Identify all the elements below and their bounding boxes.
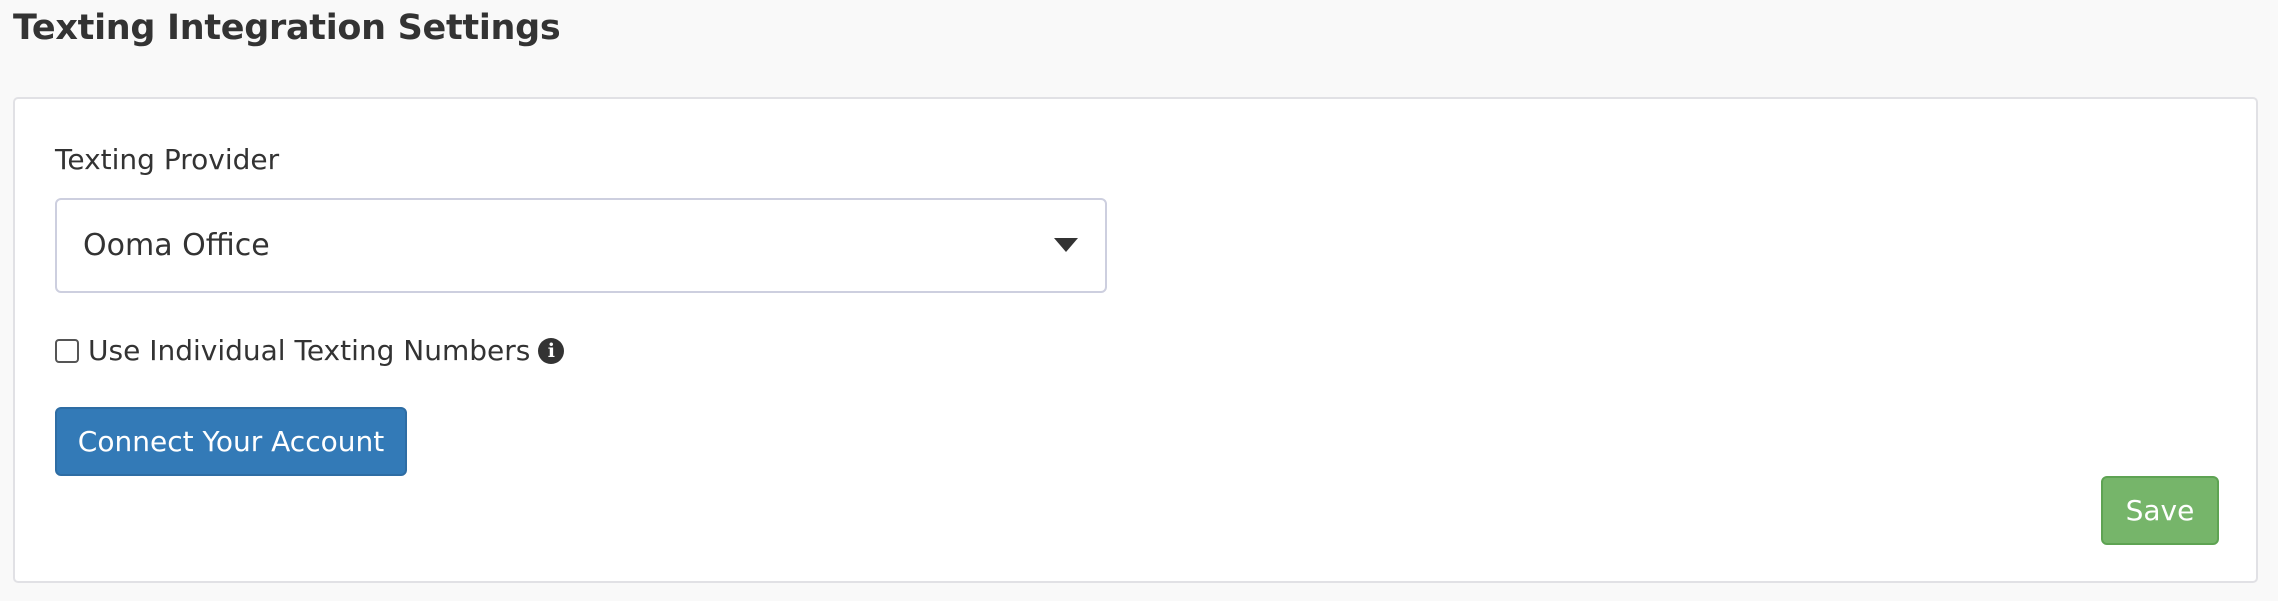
connect-account-button[interactable]: Connect Your Account xyxy=(55,407,407,476)
settings-panel: Texting Provider Ooma Office Use Individ… xyxy=(13,97,2258,583)
caret-down-icon xyxy=(1054,238,1078,252)
individual-numbers-label[interactable]: Use Individual Texting Numbers xyxy=(88,333,530,369)
individual-numbers-checkbox[interactable] xyxy=(55,339,79,363)
texting-provider-selected-value: Ooma Office xyxy=(83,228,270,263)
page-title: Texting Integration Settings xyxy=(13,8,561,48)
save-button[interactable]: Save xyxy=(2101,476,2219,545)
individual-numbers-option: Use Individual Texting Numbers i xyxy=(55,331,565,371)
texting-provider-select[interactable]: Ooma Office xyxy=(55,198,1107,293)
texting-provider-label: Texting Provider xyxy=(55,143,280,176)
info-circle-icon[interactable]: i xyxy=(538,338,565,364)
